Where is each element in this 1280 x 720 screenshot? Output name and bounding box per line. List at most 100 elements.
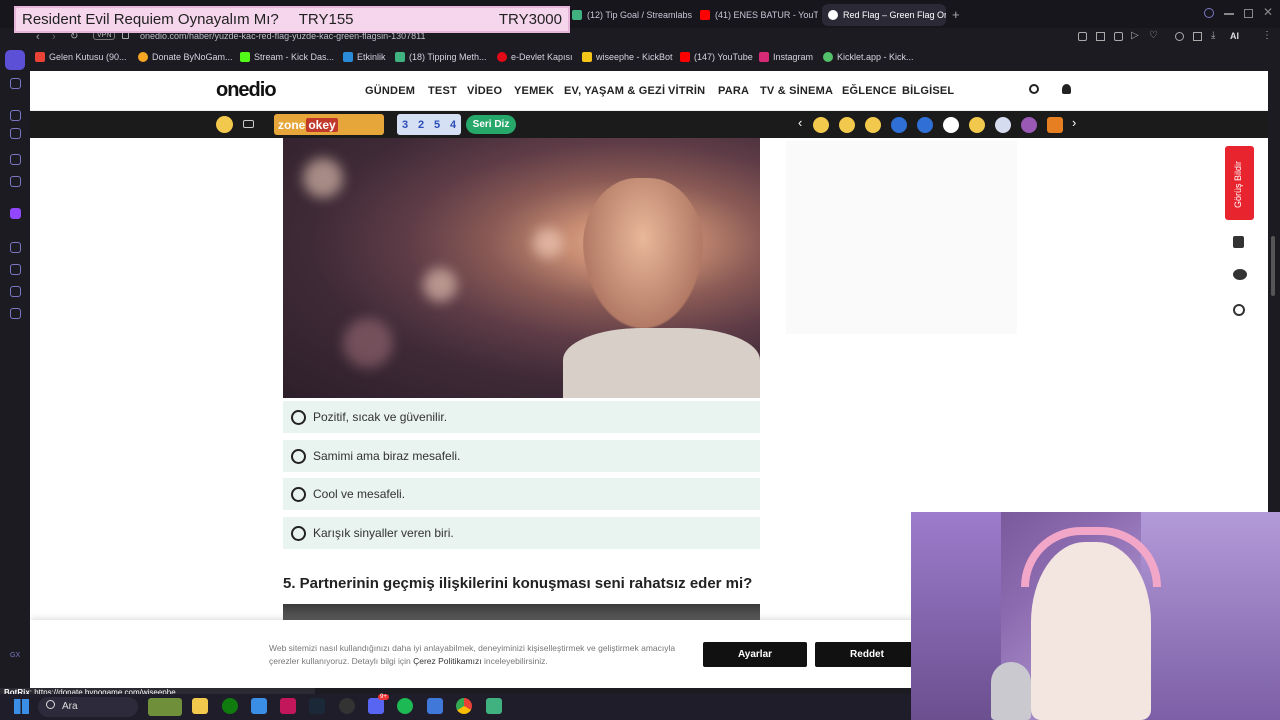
nav-test[interactable]: TEST	[428, 85, 457, 97]
extensions-sidebar-icon[interactable]	[10, 286, 21, 297]
seri-diz-button[interactable]: Seri Diz	[466, 115, 516, 134]
option-label: Samimi ama biraz mesafeli.	[313, 449, 461, 463]
bookmark-gmail[interactable]: Gelen Kutusu (90...	[35, 52, 127, 62]
bookmark-edevlet[interactable]: e-Devlet Kapısı	[497, 52, 573, 62]
heart-icon[interactable]: ♡	[1149, 30, 1158, 41]
music-icon[interactable]	[10, 176, 21, 187]
xbox-icon[interactable]	[222, 698, 238, 714]
close-icon[interactable]: ✕	[1263, 5, 1273, 19]
bookmark-etkinlik[interactable]: Etkinlik	[343, 52, 386, 62]
quiz-option-2[interactable]: Samimi ama biraz mesafeli.	[283, 440, 760, 472]
nav-video[interactable]: VİDEO	[467, 85, 502, 97]
chevron-left-icon[interactable]: ‹	[798, 115, 802, 130]
tab-red-flag[interactable]: Red Flag – Green Flag Oranı	[822, 4, 946, 26]
player-icon[interactable]	[10, 242, 21, 253]
extensions-icon[interactable]	[1175, 32, 1184, 41]
new-tab-button[interactable]: +	[952, 7, 960, 22]
chevron-right-icon[interactable]: ›	[1072, 115, 1076, 130]
comments-icon[interactable]	[1228, 264, 1250, 286]
history-icon[interactable]	[10, 128, 21, 139]
ok-badge-icon[interactable]	[943, 117, 959, 133]
minimize-icon[interactable]	[1224, 13, 1234, 15]
instagram-sidebar-icon[interactable]	[10, 154, 21, 165]
sync-icon[interactable]	[10, 110, 21, 121]
tab-youtube[interactable]: (41) ENES BATUR - YouTube	[694, 4, 818, 26]
laugh-emoji-icon[interactable]	[865, 117, 881, 133]
messenger-icon[interactable]	[10, 78, 21, 89]
weather-widget[interactable]	[148, 698, 182, 716]
tab-tip-goal[interactable]: (12) Tip Goal / Streamlabs	[566, 4, 692, 26]
bookmark-donate[interactable]: Donate ByNoGam...	[138, 52, 233, 62]
ai-button[interactable]: AI	[1230, 31, 1239, 41]
file-explorer-icon[interactable]	[192, 698, 208, 714]
snowflake-icon[interactable]	[995, 117, 1011, 133]
taskbar-search[interactable]: Ara	[38, 697, 138, 717]
wtf-badge-icon[interactable]	[1021, 117, 1037, 133]
site-logo[interactable]: onedio	[216, 79, 277, 102]
cookie-reject-button[interactable]: Reddet	[815, 642, 919, 667]
nav-gundem[interactable]: GÜNDEM	[365, 85, 415, 97]
trophy-icon[interactable]	[1047, 117, 1063, 133]
love-emoji-icon[interactable]	[813, 117, 829, 133]
radio-icon[interactable]	[291, 525, 306, 541]
nav-yemek[interactable]: YEMEK	[514, 85, 554, 97]
share-icon[interactable]	[1228, 299, 1250, 321]
chrome-icon[interactable]	[456, 698, 472, 714]
zone-okey-banner[interactable]: zone okey	[274, 114, 384, 135]
cookie-settings-button[interactable]: Ayarlar	[703, 642, 807, 667]
bookmark-kick-stream[interactable]: Stream - Kick Das...	[240, 52, 334, 62]
obs-icon[interactable]	[339, 698, 355, 714]
gx-icon[interactable]: GX	[10, 652, 20, 659]
download-icon[interactable]: ⤓	[1211, 30, 1215, 41]
radio-icon[interactable]	[291, 409, 306, 425]
cookie-policy-link[interactable]: Çerez Politikamızı	[413, 656, 482, 666]
quiz-option-3[interactable]: Cool ve mesafeli.	[283, 478, 760, 510]
nav-vitrin[interactable]: VİTRİN	[668, 85, 705, 97]
opera-gx-icon[interactable]	[280, 698, 296, 714]
wallet-icon[interactable]	[1193, 32, 1202, 41]
radio-icon[interactable]	[291, 486, 306, 502]
search-icon[interactable]	[1204, 8, 1214, 18]
shield-icon[interactable]	[1114, 32, 1123, 41]
bookmark-youtube[interactable]: (147) YouTube	[680, 52, 753, 62]
bookmark-kicklet[interactable]: Kicklet.app - Kick...	[823, 52, 914, 62]
discord-icon[interactable]: 9+	[368, 694, 389, 714]
settings-icon[interactable]	[10, 308, 21, 319]
app-blue-icon[interactable]	[427, 698, 443, 714]
bookmark-add-icon[interactable]	[1228, 231, 1250, 253]
spotify-icon[interactable]	[397, 698, 413, 714]
play-icon[interactable]: ▷	[1131, 30, 1139, 41]
twitch-icon[interactable]	[10, 208, 21, 219]
games-icon[interactable]	[216, 116, 233, 133]
bookmark-tipping[interactable]: (18) Tipping Meth...	[395, 52, 487, 62]
nav-eglence[interactable]: EĞLENCE	[842, 85, 897, 97]
home-icon[interactable]	[5, 50, 25, 70]
windows-start-icon[interactable]	[14, 699, 29, 714]
maximize-icon[interactable]	[1244, 9, 1253, 18]
nav-tv-sinema[interactable]: TV & SİNEMA	[760, 85, 833, 97]
scrollbar-thumb[interactable]	[1271, 236, 1275, 296]
quiz-option-4[interactable]: Karışık sinyaller veren biri.	[283, 517, 760, 549]
feedback-button[interactable]: Görüş Bildir	[1225, 146, 1254, 220]
quiz-option-1[interactable]: Pozitif, sıcak ve güvenilir.	[283, 401, 760, 433]
sad-emoji-icon[interactable]	[839, 117, 855, 133]
clock-icon[interactable]	[10, 264, 21, 275]
gamepad-icon[interactable]	[243, 120, 254, 128]
nav-para[interactable]: PARA	[718, 85, 749, 97]
app-icon[interactable]	[251, 698, 267, 714]
menu-icon[interactable]: ⋮	[1262, 30, 1272, 41]
bookmark-instagram[interactable]: Instagram	[759, 52, 813, 62]
badge-blue-2-icon[interactable]	[917, 117, 933, 133]
search-icon[interactable]	[1029, 84, 1039, 94]
badge-blue-icon[interactable]	[891, 117, 907, 133]
user-icon[interactable]	[1062, 84, 1071, 94]
bookmark-kickbot[interactable]: wiseephe - KickBot	[582, 52, 673, 62]
streamlabs-icon[interactable]	[486, 698, 502, 714]
radio-icon[interactable]	[291, 448, 306, 464]
bookmark-page-icon[interactable]	[1078, 32, 1087, 41]
snapshot-icon[interactable]	[1096, 32, 1105, 41]
smile-emoji-icon[interactable]	[969, 117, 985, 133]
nav-ev-yasam-gezi[interactable]: EV, YAŞAM & GEZİ	[564, 85, 665, 97]
nav-bilgisel[interactable]: BİLGİSEL	[902, 85, 954, 97]
steam-icon[interactable]	[309, 698, 325, 714]
